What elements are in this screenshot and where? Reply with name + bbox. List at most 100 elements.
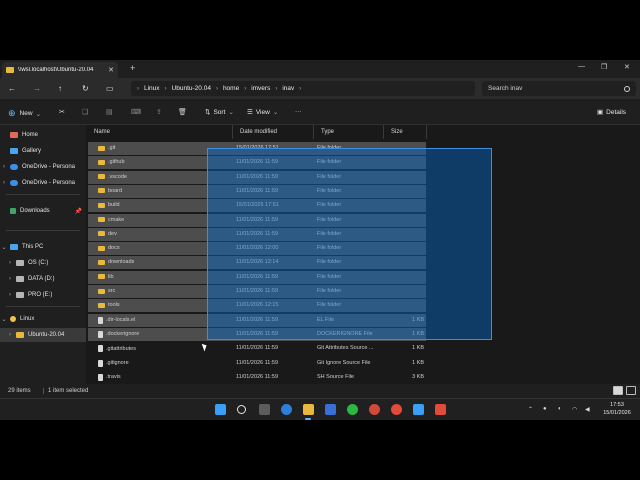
chevron-right-icon[interactable]: › (6, 276, 14, 282)
forward-arrow-icon[interactable]: → (33, 84, 41, 93)
address-bar[interactable]: › Linux › Ubuntu-20.04 › home › imvers ›… (131, 81, 475, 96)
minimize-icon[interactable]: — (578, 63, 585, 70)
delete-icon[interactable]: 🗑 (178, 108, 187, 116)
paste-icon[interactable]: ▤ (106, 108, 113, 116)
file-size: 1 KB (412, 345, 424, 352)
pin-icon[interactable]: 📌 (75, 208, 82, 215)
sidebar-item-gallery[interactable]: Gallery (0, 144, 86, 158)
view-button[interactable]: ☰ View ⌄ (247, 108, 279, 117)
chevron-right-icon[interactable]: › (6, 332, 14, 338)
file-name-cell: tools (98, 302, 120, 308)
sidebar-item-home[interactable]: Home (0, 128, 86, 142)
chevron-down-icon[interactable]: ⌄ (0, 244, 8, 251)
file-name-cell: lib (98, 274, 114, 280)
sidebar-item-os-c[interactable]: › OS (C:) (0, 256, 86, 270)
sidebar-item-ubuntu[interactable]: › Ubuntu-20.04 (0, 328, 86, 342)
edge-browser-icon[interactable] (281, 404, 292, 415)
tiles-view-icon[interactable] (626, 386, 636, 395)
file-size: 3 KB (412, 373, 424, 380)
file-name: board (108, 187, 123, 194)
chevron-right-icon[interactable]: › (6, 292, 14, 298)
column-header-size[interactable]: Size (383, 125, 426, 139)
file-explorer-icon[interactable] (303, 404, 314, 415)
file-name: src (108, 288, 116, 294)
breadcrumb-linux[interactable]: Linux (144, 85, 160, 92)
maximize-icon[interactable]: ❐ (601, 63, 607, 71)
sidebar-item-label: Linux (20, 316, 35, 322)
sidebar-item-pro-e[interactable]: › PRO (E:) (0, 288, 86, 302)
sidebar-item-linux[interactable]: ⌄ Linux (0, 312, 86, 326)
chevron-down-icon[interactable]: ⌄ (0, 316, 8, 323)
taskbar: ⌃ ● ◐ ◠ ◀ 17:53 15/01/2026 (0, 398, 640, 420)
sort-button[interactable]: ⇅ Sort ⌄ (205, 108, 234, 117)
sidebar-item-label: Ubuntu-20.04 (28, 332, 65, 338)
breadcrumb-home[interactable]: home (223, 85, 239, 92)
column-header-date[interactable]: Date modified (232, 125, 313, 139)
sidebar-item-onedrive-2[interactable]: › OneDrive - Persona (0, 176, 86, 190)
chevron-right-icon[interactable]: › (0, 180, 8, 186)
file-row[interactable]: .gitignore 11/01/2026 11:59 Git Ignore Sou… (88, 357, 426, 370)
clock[interactable]: 17:53 15/01/2026 (600, 402, 634, 417)
mail-icon[interactable] (325, 404, 336, 415)
refresh-icon[interactable]: ↻ (82, 84, 89, 93)
volume-icon[interactable]: ◀ (585, 406, 590, 413)
file-name: lib (108, 273, 114, 280)
breadcrumb-chevron-icon: › (215, 85, 218, 92)
task-view-icon[interactable] (259, 404, 270, 415)
sidebar-item-onedrive-1[interactable]: › OneDrive - Persona (0, 160, 86, 174)
column-header-type[interactable]: Type (313, 125, 383, 139)
new-button[interactable]: ⊕ New ⌄ (8, 108, 41, 119)
chevron-up-icon[interactable]: ⌃ (528, 406, 533, 413)
chevron-right-icon[interactable]: › (0, 164, 8, 170)
search-icon[interactable] (237, 405, 246, 414)
file-name-cell: .dir-locals.el (98, 316, 135, 324)
more-options-button[interactable]: ··· (295, 108, 302, 115)
sidebar-item-data-d[interactable]: › DATA (D:) (0, 272, 86, 286)
windows-start-icon[interactable] (215, 404, 226, 415)
column-header-name[interactable]: Name (86, 125, 232, 139)
wifi-icon[interactable]: ◠ (572, 406, 577, 413)
file-name-cell: .vscode (98, 174, 127, 180)
chevron-right-icon[interactable]: › (6, 260, 14, 266)
file-name-cell: .dockerignore (98, 330, 139, 338)
search-input[interactable]: Search inav (482, 81, 636, 96)
sidebar-item-downloads[interactable]: Downloads 📌 (0, 204, 86, 218)
file-row[interactable]: .travis 11/01/2026 11:59 SH Source File 3 K… (88, 371, 426, 384)
breadcrumb-imvers[interactable]: imvers (251, 85, 270, 92)
terminal-icon[interactable] (435, 404, 446, 415)
file-icon (98, 316, 103, 324)
chrome-icon[interactable] (391, 404, 402, 415)
rename-icon[interactable]: ⌨ (131, 108, 141, 116)
new-tab-button[interactable]: + (130, 63, 135, 73)
view-label: View (255, 108, 270, 116)
breadcrumb-inav[interactable]: inav (282, 85, 294, 92)
copy-icon[interactable]: ❏ (82, 108, 88, 116)
file-name: .git (108, 145, 116, 151)
breadcrumb-ubuntu[interactable]: Ubuntu-20.04 (172, 85, 211, 92)
details-label: Details (606, 108, 627, 116)
location-icon[interactable]: ● (543, 406, 547, 412)
whatsapp-icon[interactable] (347, 404, 358, 415)
app-icon[interactable] (369, 404, 380, 415)
notepad-icon[interactable] (413, 404, 424, 415)
search-placeholder: Search inav (488, 85, 523, 92)
monitor-icon: ▭ (106, 84, 114, 93)
file-name-cell: .git (98, 145, 115, 151)
file-name: cmake (108, 216, 125, 223)
cut-icon[interactable]: ✂ (59, 108, 65, 116)
language-icon[interactable]: ◐ (558, 406, 562, 412)
close-window-icon[interactable]: ✕ (624, 63, 630, 71)
chevron-down-icon: ⌄ (272, 109, 279, 116)
up-arrow-icon[interactable]: ↑ (58, 84, 62, 93)
details-button[interactable]: ▣ Details (597, 108, 627, 117)
back-arrow-icon[interactable]: ← (8, 84, 16, 93)
details-view-icon[interactable] (613, 386, 623, 395)
tab-close-icon[interactable]: ✕ (108, 66, 114, 74)
share-icon[interactable]: ⇪ (156, 108, 162, 116)
file-row[interactable]: .gitattributes 11/01/2026 11:59 Git Attrib… (88, 342, 426, 355)
column-divider[interactable] (426, 125, 427, 139)
drag-selection-rectangle (207, 148, 492, 340)
tab-wsl-ubuntu[interactable]: \\wsl.localhost\Ubuntu-20.04 ✕ (2, 62, 118, 78)
sidebar-item-this-pc[interactable]: ⌄ This PC (0, 240, 86, 254)
file-name: docs (108, 245, 120, 252)
